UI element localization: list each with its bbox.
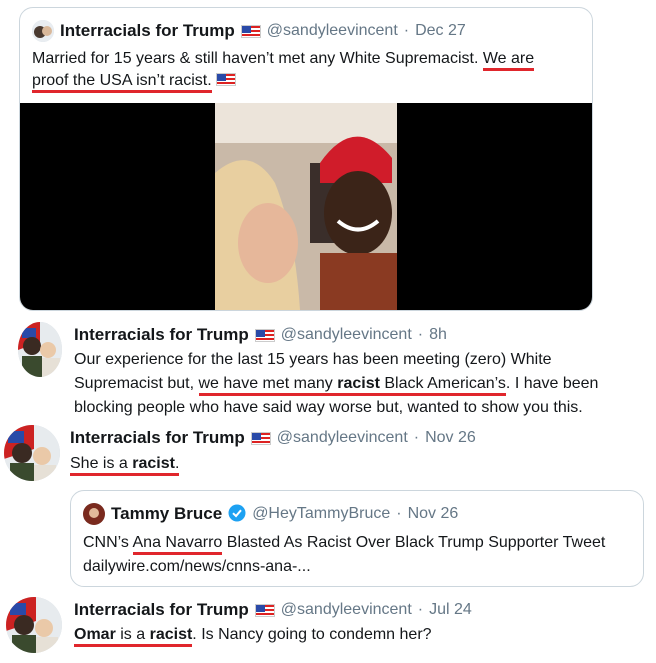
tweet-header: Interracials for Trump @sandyleevincent … <box>70 428 476 448</box>
quote-header: Tammy Bruce @HeyTammyBruce · Nov 26 <box>83 503 458 525</box>
tweet-text-line: Our experience for the last 15 years has… <box>74 351 552 368</box>
tweet-text-part: . Is Nancy going to condemn her? <box>192 626 432 643</box>
quote-text-line: CNN’s Ana Navarro Blasted As Racist Over… <box>83 531 605 555</box>
author-handle[interactable]: @sandyleevincent <box>281 326 412 344</box>
tweet-date[interactable]: Nov 26 <box>425 429 476 447</box>
us-flag-icon <box>254 328 275 342</box>
tweet-date[interactable]: Nov 26 <box>408 505 459 523</box>
author-handle[interactable]: @sandyleevincent <box>281 601 412 619</box>
avatar-image <box>18 322 62 377</box>
author-name[interactable]: Tammy Bruce <box>111 504 222 524</box>
avatar[interactable] <box>32 20 54 42</box>
tweet-text-line: Supremacist but, we have met many racist… <box>74 372 598 396</box>
tweet-text-part: . I have been <box>505 375 599 392</box>
bold-text: racist <box>149 626 193 643</box>
us-flag-icon <box>254 603 275 617</box>
tweet-header: Interracials for Trump @sandyleevincent … <box>74 600 472 620</box>
tweet-text-line: blocking people who have said way worse … <box>74 399 583 416</box>
tweet-video[interactable] <box>20 103 592 310</box>
avatar[interactable] <box>6 597 62 653</box>
underlined-text: proof the USA isn’t racist. <box>32 72 212 93</box>
tweet-date[interactable]: 8h <box>429 326 447 344</box>
tweet-date[interactable]: Jul 24 <box>429 601 472 619</box>
separator-dot: · <box>396 505 402 522</box>
underlined-text: we have met many racist Black American’s <box>198 375 506 396</box>
quoted-tweet-card[interactable]: Tammy Bruce @HeyTammyBruce · Nov 26 CNN’… <box>70 490 644 587</box>
bold-text: racist <box>337 375 380 392</box>
tweet-text-part: Married for 15 years & still haven’t met… <box>32 50 479 67</box>
us-flag-icon <box>216 73 237 86</box>
avatar-image <box>83 503 105 525</box>
separator-dot: · <box>403 22 410 39</box>
tweet-text-part: Supremacist but, <box>74 375 199 392</box>
author-name[interactable]: Interracials for Trump <box>60 21 235 41</box>
avatar-image <box>32 20 54 42</box>
article-link[interactable]: dailywire.com/news/cnns-ana-... <box>83 555 605 579</box>
avatar[interactable] <box>83 503 105 525</box>
quote-text: CNN’s Ana Navarro Blasted As Racist Over… <box>83 531 605 579</box>
avatar-image <box>4 425 60 481</box>
video-frame <box>215 103 397 310</box>
separator-dot: · <box>417 601 424 618</box>
tweet-text: Married for 15 years & still haven’t met… <box>32 48 582 93</box>
tweet-text-part: Black American’s <box>379 375 506 392</box>
tweet-text: Our experience for the last 15 years has… <box>74 348 598 420</box>
underlined-text: Omar is a racist <box>74 626 193 647</box>
author-name[interactable]: Interracials for Trump <box>74 325 249 345</box>
tweet-text-part: CNN’s <box>83 534 133 551</box>
underlined-text: Ana Navarro <box>132 534 223 555</box>
avatar-image <box>6 597 62 653</box>
separator-dot: · <box>417 326 424 343</box>
author-handle[interactable]: @sandyleevincent <box>277 429 408 447</box>
us-flag-icon <box>250 431 271 445</box>
separator-dot: · <box>413 429 420 446</box>
tweet-text-part: She is a <box>70 455 133 472</box>
tweet-date[interactable]: Dec 27 <box>415 22 466 40</box>
avatar[interactable] <box>4 425 60 481</box>
verified-badge-icon <box>228 504 246 524</box>
tweet-header: Interracials for Trump @sandyleevincent … <box>74 325 447 345</box>
tweet-text: She is a racist. <box>70 453 180 476</box>
tweet-text-part: is a <box>115 626 150 643</box>
author-name[interactable]: Interracials for Trump <box>74 600 249 620</box>
avatar[interactable] <box>18 322 62 377</box>
bold-text: Omar <box>74 626 116 643</box>
us-flag-icon <box>240 24 261 38</box>
tweet-text-part: we have met many <box>198 375 338 392</box>
quoted-tweet-card[interactable]: Interracials for Trump @sandyleevincent … <box>19 7 593 311</box>
tweet-text-part: Blasted As Racist Over Black Trump Suppo… <box>222 534 606 551</box>
author-handle[interactable]: @HeyTammyBruce <box>252 505 390 523</box>
tweet-text: Omar is a racist. Is Nancy going to cond… <box>74 624 432 647</box>
bold-text: racist <box>132 455 175 472</box>
tweet-header: Interracials for Trump @sandyleevincent … <box>32 20 466 42</box>
underlined-text: She is a racist. <box>70 455 180 476</box>
underlined-text: We are <box>482 50 535 71</box>
author-handle[interactable]: @sandyleevincent <box>267 22 398 40</box>
tweet-text-part: . <box>174 455 180 472</box>
author-name[interactable]: Interracials for Trump <box>70 428 245 448</box>
